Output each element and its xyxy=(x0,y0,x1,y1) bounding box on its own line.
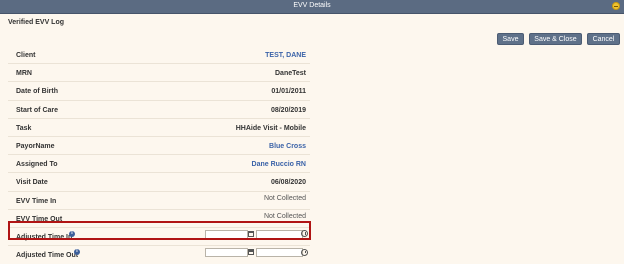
field-row-adjusted-time-in: Adjusted Time In i xyxy=(8,228,310,247)
minimize-icon[interactable] xyxy=(612,2,620,10)
field-row-date-of-birth: Date of Birth 01/01/2011 xyxy=(8,82,310,101)
field-row-evv-time-out: EVV Time Out Not Collected xyxy=(8,210,310,228)
field-row-client: Client TEST, DANE xyxy=(8,46,310,65)
field-row-adjusted-time-out: Adjusted Time Out i xyxy=(8,246,310,264)
info-icon[interactable]: i xyxy=(74,249,80,256)
field-label: Assigned To xyxy=(16,161,58,169)
clock-icon[interactable] xyxy=(301,230,308,238)
field-row-assigned-to: Assigned To Dane Ruccio RN xyxy=(8,155,310,174)
field-label: Client xyxy=(16,52,36,59)
adjusted-time-out-date-input[interactable] xyxy=(205,248,248,258)
clock-icon[interactable] xyxy=(301,248,308,256)
info-icon[interactable]: i xyxy=(69,230,75,237)
field-label: EVV Time Out xyxy=(16,215,63,223)
field-value: HHAide Visit - Mobile xyxy=(235,124,306,132)
cancel-button[interactable]: Cancel xyxy=(587,33,620,45)
field-row-mrn: MRN DaneTest xyxy=(8,64,310,83)
save-and-close-button[interactable]: Save & Close xyxy=(529,33,582,45)
field-value: Not Collected xyxy=(263,212,306,220)
field-label: Start of Care xyxy=(16,106,59,114)
field-row-visit-date: Visit Date 06/08/2020 xyxy=(8,173,310,192)
page-title: Verified EVV Log xyxy=(8,19,65,26)
field-label: Date of Birth xyxy=(16,88,58,96)
adjusted-time-in-time-input[interactable] xyxy=(256,229,303,239)
evv-details-form: Client TEST, DANE MRN DaneTest Date of B… xyxy=(8,46,310,264)
adjusted-time-out-time-input[interactable] xyxy=(256,248,303,258)
field-row-start-of-care: Start of Care 08/20/2019 xyxy=(8,101,310,119)
field-label: Visit Date xyxy=(16,179,48,187)
adjusted-time-in-date-input[interactable] xyxy=(205,229,248,239)
field-row-evv-time-in: EVV Time In Not Collected xyxy=(8,192,310,210)
field-label: Adjusted Time In xyxy=(16,233,73,241)
field-value: Not Collected xyxy=(263,194,306,202)
field-value: 01/01/2011 xyxy=(271,88,306,96)
payor-link[interactable]: Blue Cross xyxy=(269,143,306,150)
field-label: Adjusted Time Out xyxy=(16,252,79,260)
field-row-payor-name: PayorName Blue Cross xyxy=(8,137,310,156)
field-label: MRN xyxy=(16,70,32,78)
field-label: PayorName xyxy=(16,142,55,150)
client-link[interactable]: TEST, DANE xyxy=(265,52,306,59)
field-value: DaneTest xyxy=(275,70,306,78)
assigned-to-link[interactable]: Dane Ruccio RN xyxy=(252,161,306,168)
window-title: EVV Details xyxy=(293,2,331,9)
field-label: Task xyxy=(16,124,32,132)
field-value: 08/20/2019 xyxy=(270,106,306,114)
calendar-icon[interactable] xyxy=(248,249,254,256)
save-button[interactable]: Save xyxy=(497,33,524,45)
calendar-icon[interactable] xyxy=(248,230,254,237)
field-label: EVV Time In xyxy=(16,197,57,205)
field-value: 06/08/2020 xyxy=(270,179,306,187)
field-row-task: Task HHAide Visit - Mobile xyxy=(8,119,310,137)
window-titlebar: EVV Details xyxy=(0,0,624,14)
